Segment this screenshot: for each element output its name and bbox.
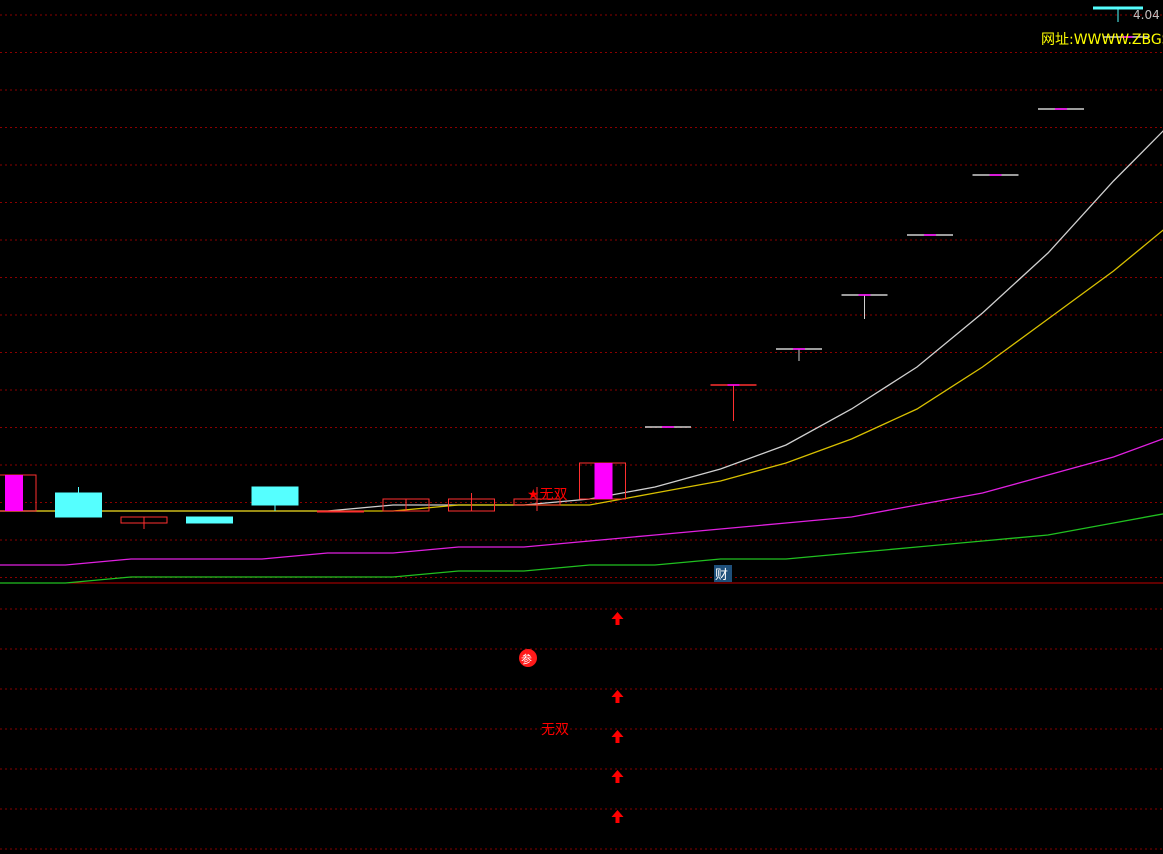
cai-badge-label: 财 — [715, 568, 728, 583]
lower-signal-label: 无双 — [541, 722, 569, 738]
candle-body — [55, 492, 102, 518]
can-badge-label: 参 — [521, 652, 532, 666]
candle-body — [317, 510, 364, 513]
candle-highlight-fill — [594, 463, 613, 499]
price-label: 4.04 — [1133, 8, 1160, 22]
cai-badge: 财 — [714, 565, 732, 583]
candle-body — [251, 486, 299, 506]
candle-highlight-fill — [5, 475, 23, 511]
candle-body — [186, 516, 233, 524]
stock-chart: ★无双 财 无双 参 4.04 网址:WWWW.ZBGS — [0, 0, 1163, 854]
main-signal-label: ★无双 — [527, 487, 568, 503]
can-badge: 参 — [519, 649, 537, 667]
website-label: 网址:WWWW.ZBGS — [1041, 32, 1163, 48]
